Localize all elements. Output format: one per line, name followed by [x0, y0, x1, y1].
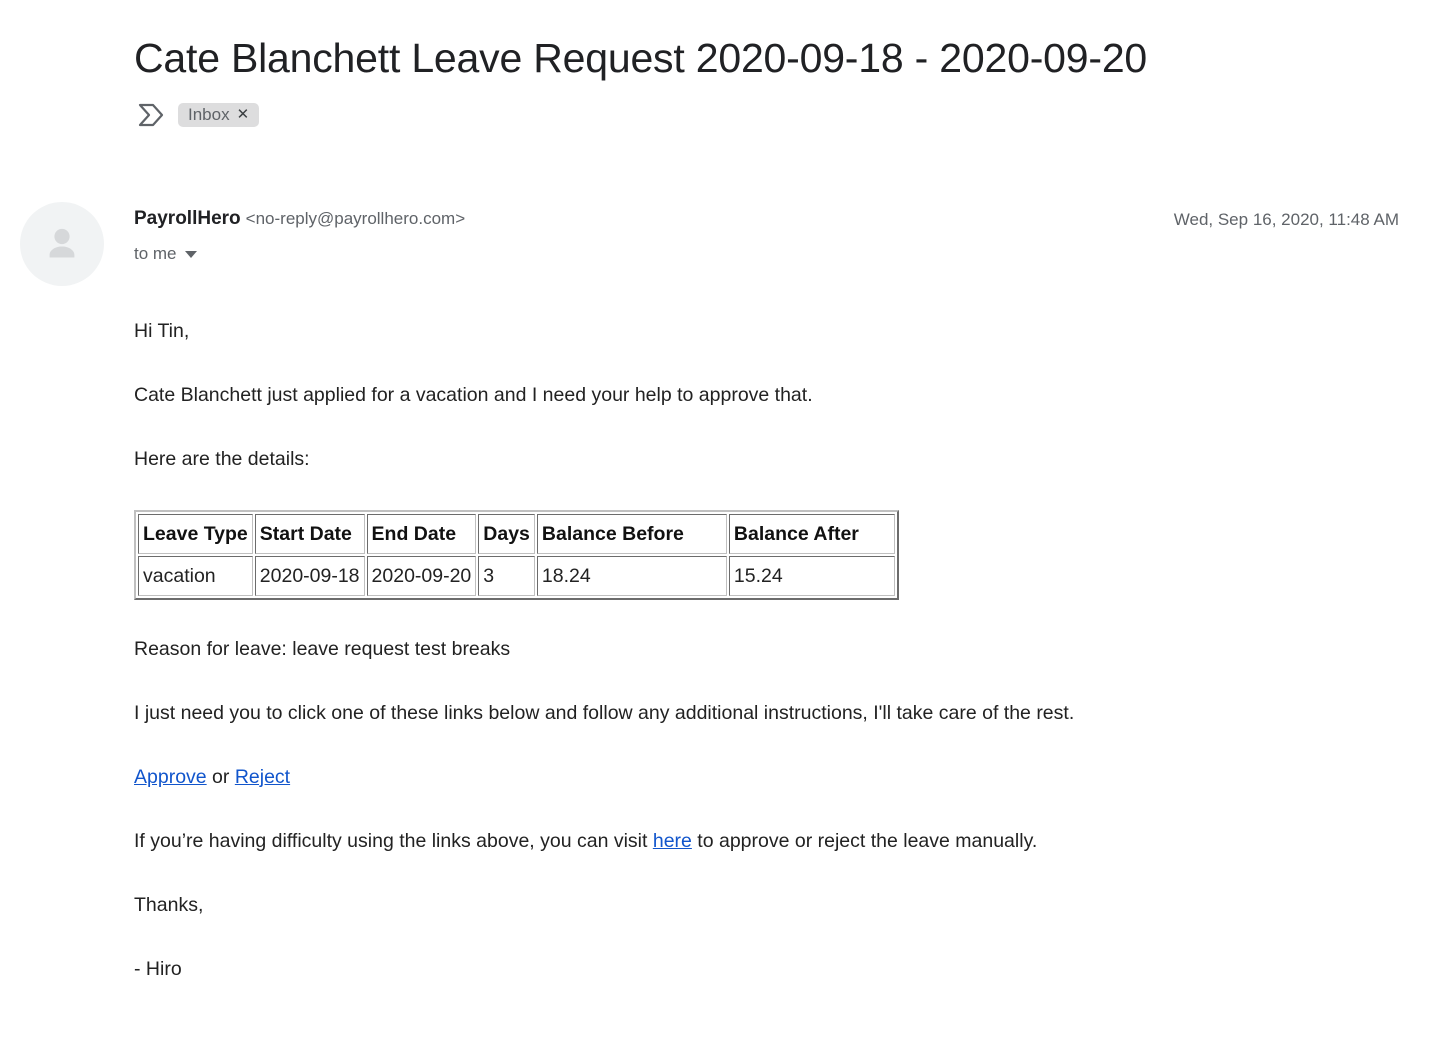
message-timestamp: Wed, Sep 16, 2020, 11:48 AM	[1173, 210, 1399, 229]
label-row: Inbox ✕	[138, 102, 260, 128]
approve-link[interactable]: Approve	[134, 766, 207, 788]
page-title: Cate Blanchett Leave Request 2020-09-18 …	[134, 35, 1148, 81]
inbox-label-text: Inbox	[188, 104, 230, 124]
table-header-row: Leave Type Start Date End Date Days Bala…	[138, 514, 895, 554]
column-header-end-date: End Date	[366, 514, 477, 554]
recipient-label: to me	[134, 244, 177, 263]
body-reason: Reason for leave: leave request test bre…	[134, 638, 511, 660]
inbox-label-chip[interactable]: Inbox ✕	[178, 103, 260, 127]
body-action-links: Approve or Reject	[134, 764, 1410, 790]
close-icon[interactable]: ✕	[237, 107, 250, 122]
sender-address[interactable]: <no-reply@payrollhero.com>	[246, 209, 465, 228]
here-link[interactable]: here	[653, 830, 692, 852]
body-greeting: Hi Tin,	[134, 320, 190, 342]
column-header-leave-type: Leave Type	[138, 514, 253, 554]
person-avatar-icon	[49, 228, 75, 258]
table-row: vacation 2020-09-18 2020-09-20 3 18.24 1…	[138, 556, 895, 596]
table-head: Leave Type Start Date End Date Days Bala…	[138, 514, 895, 554]
recipient-line[interactable]: to me	[134, 244, 465, 264]
cell-end-date: 2020-09-20	[366, 556, 477, 596]
chevron-down-icon[interactable]	[184, 250, 197, 258]
sender-line: PayrollHero <no-reply@payrollhero.com>	[134, 206, 465, 233]
body-details-lead: Here are the details:	[134, 448, 310, 470]
column-header-balance-after: Balance After	[728, 514, 895, 554]
column-header-balance-before: Balance Before	[536, 514, 727, 554]
body-intro: Cate Blanchett just applied for a vacati…	[134, 384, 813, 406]
leave-details-table: Leave Type Start Date End Date Days Bala…	[134, 510, 899, 600]
cell-start-date: 2020-09-18	[254, 556, 365, 596]
cell-balance-after: 15.24	[728, 556, 895, 596]
column-header-days: Days	[478, 514, 535, 554]
cell-leave-type: vacation	[138, 556, 253, 596]
email-message-view: Cate Blanchett Leave Request 2020-09-18 …	[0, 0, 1440, 1040]
body-closing: Thanks,	[134, 894, 204, 916]
subject-row: Cate Blanchett Leave Request 2020-09-18 …	[134, 32, 1400, 84]
body-instructions: I just need you to click one of these li…	[134, 702, 1075, 724]
label-arrow-icon	[138, 102, 166, 128]
cell-days: 3	[478, 556, 535, 596]
column-header-start-date: Start Date	[254, 514, 365, 554]
sender-block: PayrollHero <no-reply@payrollhero.com> to…	[134, 206, 465, 264]
cell-balance-before: 18.24	[536, 556, 727, 596]
table-body: vacation 2020-09-18 2020-09-20 3 18.24 1…	[138, 556, 895, 596]
body-fallback: If you’re having difficulty using the li…	[134, 828, 1410, 854]
sender-name[interactable]: PayrollHero	[134, 208, 241, 229]
fallback-text-after: to approve or reject the leave manually.	[691, 830, 1038, 852]
reject-link[interactable]: Reject	[235, 766, 290, 788]
action-separator: or	[206, 766, 235, 788]
body-signature: - Hiro	[134, 958, 182, 980]
avatar[interactable]	[20, 202, 104, 286]
fallback-text-before: If you’re having difficulty using the li…	[134, 830, 653, 852]
message-body: Hi Tin, Cate Blanchett just applied for …	[134, 318, 1410, 1020]
